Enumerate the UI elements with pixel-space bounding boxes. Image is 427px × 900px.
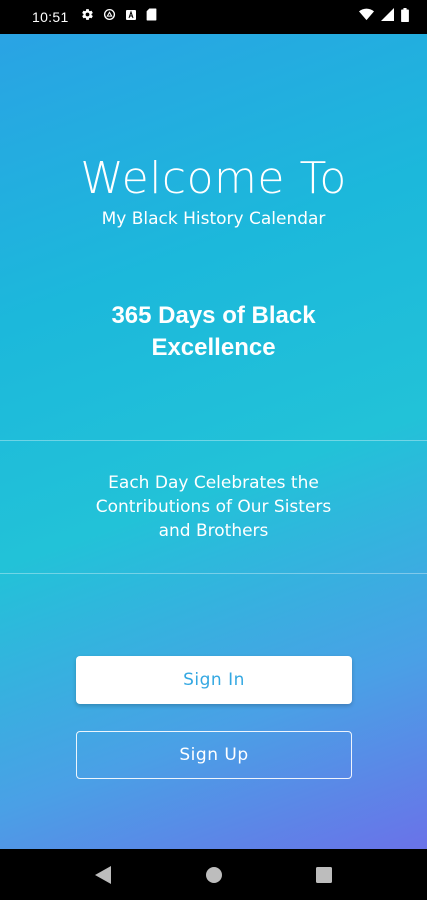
- sign-up-label: Sign Up: [179, 745, 249, 765]
- tagline-line-1: 365 Days of Black: [111, 302, 316, 329]
- description-line-1: Each Day Celebrates the: [108, 473, 319, 493]
- recents-icon[interactable]: [314, 865, 334, 885]
- status-system-icons: [359, 7, 409, 27]
- sign-in-button[interactable]: Sign In: [76, 656, 352, 704]
- app-screen: 10:51 Welcome To My Black History Calend…: [0, 0, 427, 900]
- tagline-line-2: Excellence: [151, 334, 276, 361]
- font-icon: [125, 8, 137, 26]
- back-icon[interactable]: [93, 865, 113, 885]
- home-icon[interactable]: [204, 865, 224, 885]
- divider-top: [0, 440, 427, 441]
- description: Each Day Celebrates the Contributions of…: [60, 471, 367, 543]
- settings-icon: [81, 8, 94, 26]
- status-bar: 10:51: [0, 0, 427, 34]
- sd-card-icon: [146, 8, 157, 26]
- battery-icon: [401, 7, 409, 27]
- wifi-icon: [359, 8, 374, 26]
- app-name-subtitle: My Black History Calendar: [101, 209, 326, 229]
- description-line-2: Contributions of Our Sisters: [95, 497, 332, 517]
- status-notification-icons: [81, 8, 157, 26]
- divider-bottom: [0, 573, 427, 574]
- sign-up-button[interactable]: Sign Up: [76, 731, 352, 779]
- navigation-bar: [0, 849, 427, 900]
- status-time: 10:51: [32, 9, 69, 25]
- sign-in-label: Sign In: [183, 670, 245, 690]
- tagline: 365 Days of Black Excellence: [0, 300, 427, 364]
- signal-icon: [381, 8, 394, 26]
- shield-icon: [103, 8, 116, 26]
- welcome-title: Welcome To: [80, 153, 347, 204]
- welcome-content: Welcome To My Black History Calendar 365…: [0, 34, 427, 849]
- description-line-3: and Brothers: [158, 521, 269, 541]
